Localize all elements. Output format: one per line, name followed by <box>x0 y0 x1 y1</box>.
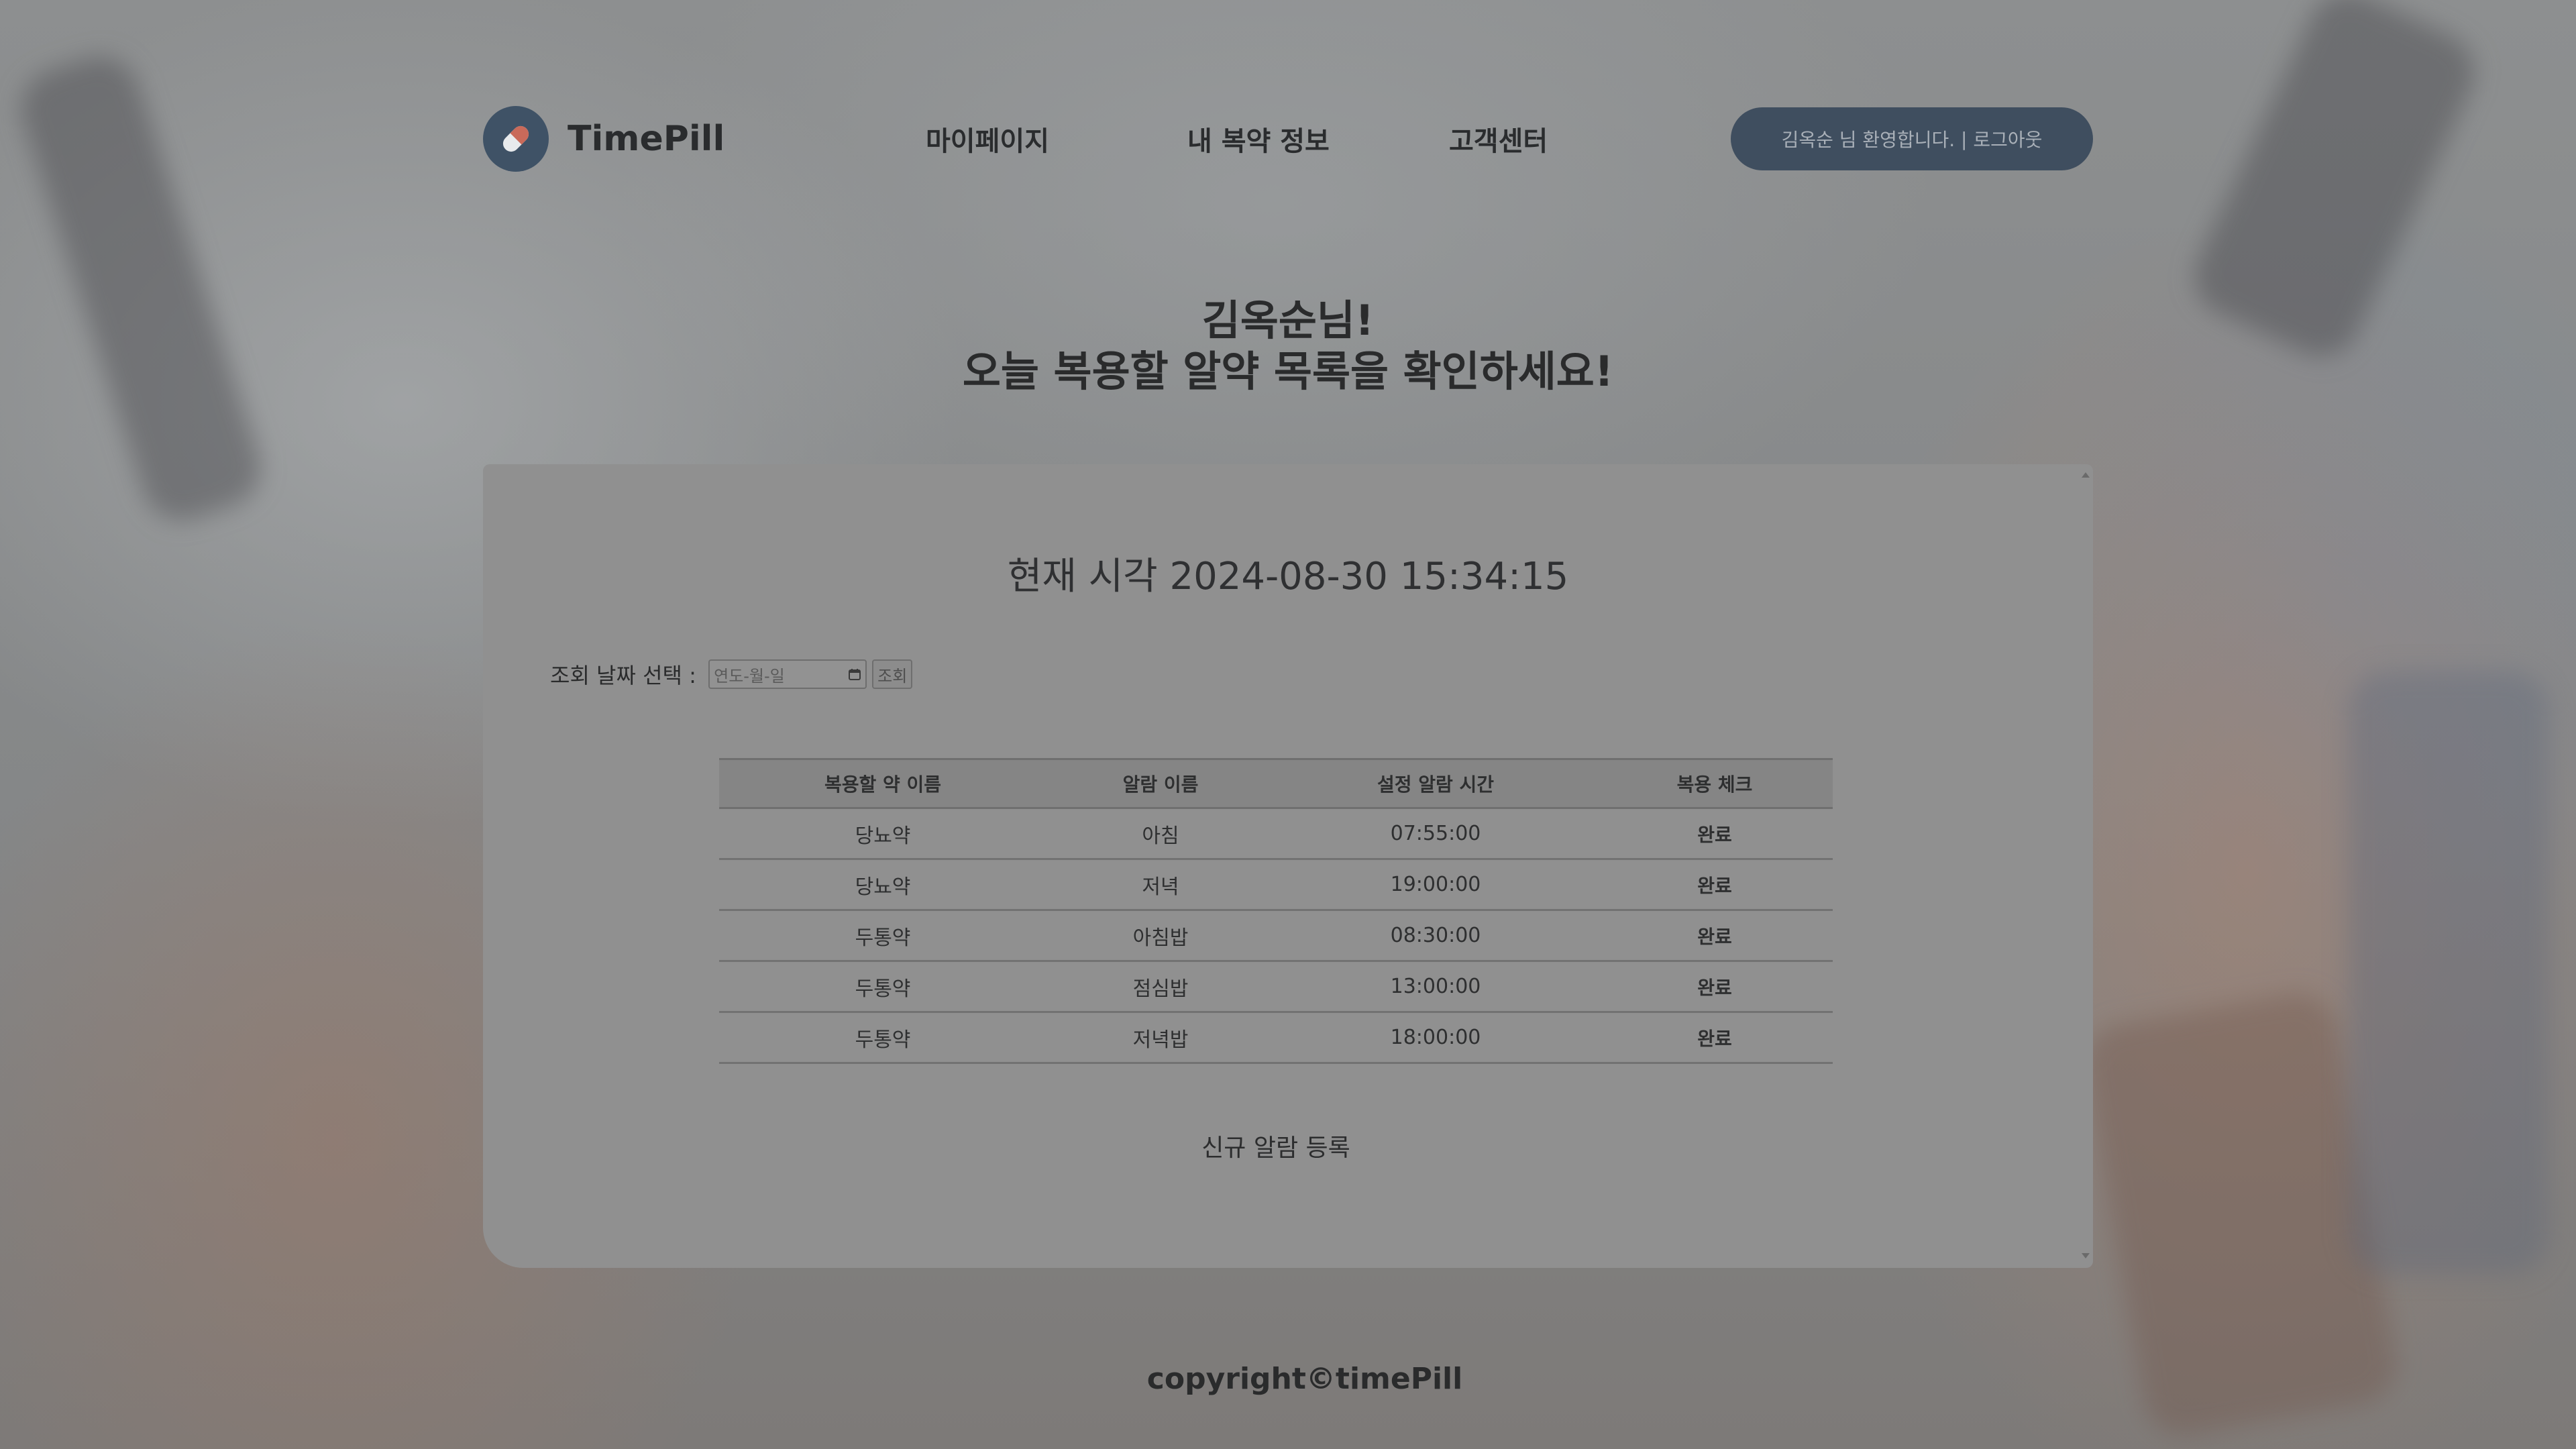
alarm-name: 점심밥 <box>1046 961 1275 1013</box>
date-input[interactable]: 연도-월-일 <box>708 659 867 689</box>
alarm-name: 아침 <box>1046 808 1275 860</box>
lookup-button[interactable]: 조회 <box>872 659 913 689</box>
separator: | <box>1955 127 1974 150</box>
header-intake-check: 복용 체크 <box>1597 758 1833 809</box>
medication-table: 복용할 약 이름 알람 이름 설정 알람 시간 복용 체크 당뇨약 아침 07:… <box>719 758 1833 1064</box>
intake-check[interactable]: 완료 <box>1597 859 1833 911</box>
hero-subtitle: 오늘 복용할 알약 목록을 확인하세요! <box>962 347 1614 396</box>
site-header: TimePill 마이페이지 내 복약 정보 고객센터 김옥순 님 환영합니다.… <box>483 104 2093 174</box>
pill-capsule-icon <box>483 106 549 172</box>
table-row: 당뇨약 저녁 19:00:00 완료 <box>719 859 1833 911</box>
scroll-down-icon[interactable] <box>2082 1253 2090 1258</box>
alarm-time: 13:00:00 <box>1275 961 1597 1013</box>
table-row: 두통약 아침밥 08:30:00 완료 <box>719 910 1833 962</box>
calendar-icon[interactable] <box>848 667 861 681</box>
header-drug-name: 복용할 약 이름 <box>719 758 1046 809</box>
table-row: 두통약 점심밥 13:00:00 완료 <box>719 961 1833 1013</box>
alarm-time: 18:00:00 <box>1275 1012 1597 1064</box>
drug-name: 두통약 <box>719 961 1046 1013</box>
intake-check[interactable]: 완료 <box>1597 808 1833 860</box>
new-alarm-link[interactable]: 신규 알람 등록 <box>1201 1128 1350 1163</box>
new-alarm-row: 신규 알람 등록 <box>483 1128 2093 1163</box>
date-input-placeholder: 연도-월-일 <box>714 666 785 686</box>
nav-my-medication[interactable]: 내 복약 정보 <box>1187 119 1330 158</box>
table-row: 두통약 저녁밥 18:00:00 완료 <box>719 1012 1833 1064</box>
medication-card: 현재 시각 2024-08-30 15:34:15 조회 날짜 선택 : 연도-… <box>483 464 2093 1268</box>
brand-logo[interactable]: TimePill <box>483 104 724 174</box>
welcome-text: 김옥순 님 환영합니다. <box>1781 129 1955 151</box>
alarm-name: 아침밥 <box>1046 910 1275 962</box>
header-alarm-time: 설정 알람 시간 <box>1275 758 1597 809</box>
nav-mypage[interactable]: 마이페이지 <box>926 119 1049 158</box>
drug-name: 두통약 <box>719 910 1046 962</box>
nav-customer-center[interactable]: 고객센터 <box>1449 119 1548 158</box>
logout-link[interactable]: 로그아웃 <box>1973 125 2042 152</box>
alarm-name: 저녁밥 <box>1046 1012 1275 1064</box>
copyright-text: copyright©timePill <box>1146 1362 1463 1396</box>
brand-name: TimePill <box>568 119 725 159</box>
hero-heading: 김옥순님! 오늘 복용할 알약 목록을 확인하세요! <box>0 295 2576 397</box>
current-time: 현재 시각 2024-08-30 15:34:15 <box>1007 555 1569 598</box>
drug-name: 당뇨약 <box>719 808 1046 860</box>
alarm-time: 19:00:00 <box>1275 859 1597 911</box>
alarm-name: 저녁 <box>1046 859 1275 911</box>
intake-check[interactable]: 완료 <box>1597 1012 1833 1064</box>
intake-check[interactable]: 완료 <box>1597 910 1833 962</box>
drug-name: 두통약 <box>719 1012 1046 1064</box>
table-row: 당뇨약 아침 07:55:00 완료 <box>719 808 1833 860</box>
alarm-time: 07:55:00 <box>1275 808 1597 860</box>
drug-name: 당뇨약 <box>719 859 1046 911</box>
date-filter: 조회 날짜 선택 : 연도-월-일 조회 <box>550 659 913 690</box>
table-header-row: 복용할 약 이름 알람 이름 설정 알람 시간 복용 체크 <box>719 758 1833 809</box>
intake-check[interactable]: 완료 <box>1597 961 1833 1013</box>
alarm-time: 08:30:00 <box>1275 910 1597 962</box>
user-welcome-bar: 김옥순 님 환영합니다. | 로그아웃 <box>1731 107 2093 170</box>
scroll-up-icon[interactable] <box>2082 472 2090 478</box>
date-filter-label: 조회 날짜 선택 : <box>550 663 704 688</box>
site-footer: copyright©timePill <box>0 1362 2576 1396</box>
header-alarm-name: 알람 이름 <box>1046 758 1275 809</box>
hero-greeting: 김옥순님! <box>1201 296 1375 345</box>
